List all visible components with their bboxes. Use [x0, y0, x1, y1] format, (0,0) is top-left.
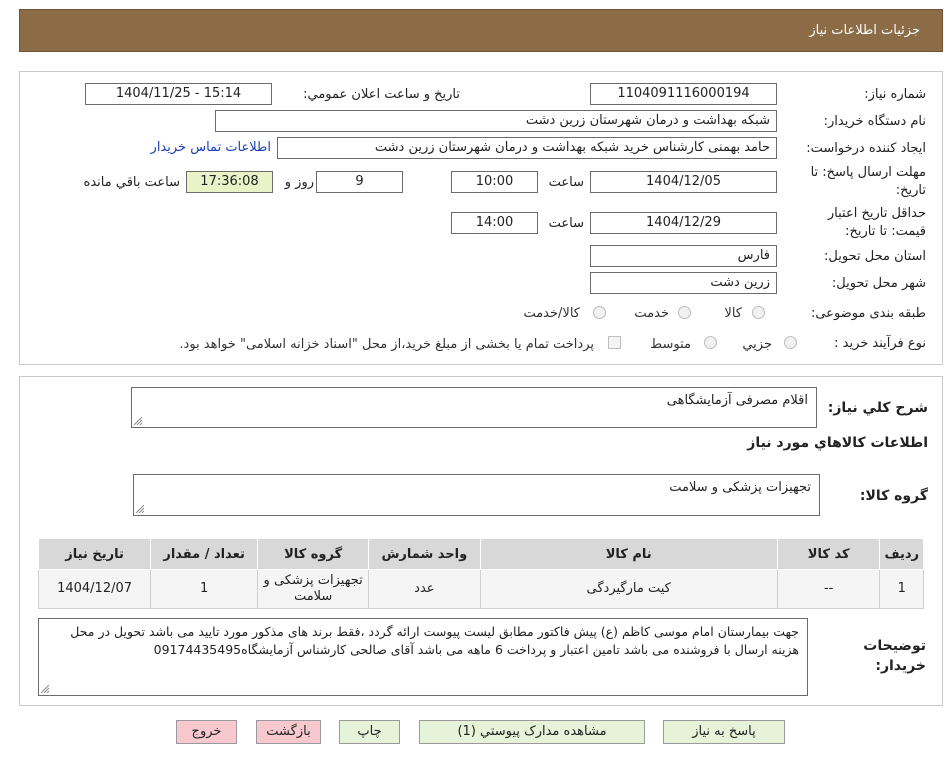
summary-label: شرح کلي نياز: — [827, 400, 928, 416]
buyer-contact-link[interactable]: اطلاعات تماس خريدار — [151, 140, 271, 155]
cell-group: تجهیزات پزشکی و سلامت — [257, 569, 370, 609]
table-row: 1 -- کیت مارگیردگی عدد تجهیزات پزشکی و س… — [37, 569, 924, 609]
col-header-name: نام کالا — [479, 538, 778, 570]
category-goods-service-radio[interactable] — [593, 306, 606, 319]
col-header-code: کد کالا — [776, 538, 881, 570]
exit-button[interactable]: خروج — [176, 720, 237, 744]
cell-code: -- — [776, 569, 881, 609]
reply-deadline-label-1: مهلت ارسال پاسخ: تا — [810, 165, 926, 180]
price-validity-date-field: 1404/12/29 — [590, 212, 777, 234]
purchase-type-minor-radio[interactable] — [784, 336, 797, 349]
purchase-type-medium-radio[interactable] — [704, 336, 717, 349]
col-header-row-number: رديف — [879, 538, 924, 570]
buyer-notes-label-2: خريدار: — [875, 658, 926, 674]
remaining-days-label: روز و — [284, 175, 314, 190]
need-number-label: شماره نیاز: — [864, 87, 926, 102]
cell-row-number: 1 — [879, 569, 924, 609]
category-service-radio[interactable] — [678, 306, 691, 319]
reply-deadline-date-field: 1404/12/05 — [590, 171, 777, 193]
purchase-type-minor-label: جزيي — [742, 337, 772, 352]
city-field: زرین دشت — [590, 272, 777, 294]
summary-textarea: اقلام مصرفی آزمایشگاهی — [131, 387, 817, 428]
remaining-time-label: ساعت باقي مانده — [83, 175, 180, 190]
category-service-label: خدمت — [634, 306, 669, 321]
buyer-org-label: نام دستگاه خريدار: — [823, 114, 926, 129]
price-validity-time-field: 14:00 — [451, 212, 538, 234]
goods-group-text: تجهیزات پزشکی و سلامت — [669, 480, 811, 495]
category-goods-label: کالا — [724, 306, 742, 321]
cell-need-date: 1404/12/07 — [37, 569, 152, 609]
treasury-payment-note: پرداخت تمام یا بخشی از مبلغ خرید،از محل … — [179, 337, 594, 352]
goods-table: رديف کد کالا نام کالا واحد شمارش گروه کا… — [37, 538, 924, 609]
col-header-need-date: تاريخ نياز — [37, 538, 152, 570]
page-title: جزئیات اطلاعات نیاز — [809, 23, 920, 38]
goods-info-title: اطلاعات کالاهاي مورد نياز — [747, 435, 928, 451]
col-header-unit: واحد شمارش — [368, 538, 481, 570]
announce-date-label: تاریخ و ساعت اعلان عمومي: — [303, 87, 460, 102]
goods-group-label: گروه کالا: — [859, 488, 928, 504]
need-number-field: 1104091116000194 — [590, 83, 777, 105]
buyer-notes-textarea: جهت بیمارستان امام موسی کاظم (ع) پیش فاک… — [38, 618, 808, 696]
category-goods-service-label: کالا/خدمت — [523, 306, 580, 321]
price-validity-label-1: حداقل تاريخ اعتبار — [827, 206, 926, 221]
requester-label: ايجاد کننده درخواست: — [806, 141, 926, 156]
summary-text: اقلام مصرفی آزمایشگاهی — [666, 393, 808, 408]
remaining-days-field: 9 — [316, 171, 403, 193]
buyer-notes-label-1: توضيحات — [863, 638, 926, 654]
resize-grip-icon[interactable] — [134, 417, 142, 425]
province-field: فارس — [590, 245, 777, 267]
reply-deadline-time-field: 10:00 — [451, 171, 538, 193]
province-label: استان محل تحويل: — [824, 249, 926, 264]
print-button[interactable]: چاپ — [339, 720, 400, 744]
goods-group-textarea: تجهیزات پزشکی و سلامت — [133, 474, 820, 516]
resize-grip-icon[interactable] — [136, 505, 144, 513]
city-label: شهر محل تحويل: — [831, 276, 926, 291]
col-header-quantity: تعداد / مقدار — [150, 538, 259, 570]
category-goods-radio[interactable] — [752, 306, 765, 319]
view-attachments-button[interactable]: مشاهده مدارک پيوستي (1) — [419, 720, 645, 744]
purchase-type-medium-label: متوسط — [650, 337, 691, 352]
announce-date-field: 1404/11/25 - 15:14 — [85, 83, 272, 105]
purchase-type-label: نوع فرآيند خريد : — [834, 336, 926, 351]
price-validity-time-label: ساعت — [548, 216, 584, 231]
reply-deadline-time-label: ساعت — [548, 175, 584, 190]
col-header-group: گروه کالا — [257, 538, 370, 570]
cell-unit: عدد — [368, 569, 481, 609]
resize-grip-icon[interactable] — [41, 685, 49, 693]
cell-name: کیت مارگیردگی — [479, 569, 778, 609]
cell-quantity: 1 — [150, 569, 259, 609]
remaining-time-field: 17:36:08 — [186, 171, 273, 193]
reply-deadline-label-2: تاريخ: — [895, 183, 926, 198]
treasury-payment-checkbox[interactable] — [608, 336, 621, 349]
goods-table-header-row: رديف کد کالا نام کالا واحد شمارش گروه کا… — [37, 538, 924, 570]
requester-field: حامد بهمنی کارشناس خرید شبکه بهداشت و در… — [277, 137, 777, 159]
buyer-notes-text: جهت بیمارستان امام موسی کاظم (ع) پیش فاک… — [70, 624, 799, 657]
price-validity-label-2: قيمت: تا تاريخ: — [845, 224, 926, 239]
category-label: طبقه بندی موضوعی: — [810, 306, 926, 321]
buyer-org-field: شبکه بهداشت و درمان شهرستان زرین دشت — [215, 110, 777, 132]
reply-button[interactable]: پاسخ به نياز — [663, 720, 785, 744]
page-header: جزئیات اطلاعات نیاز — [19, 9, 943, 52]
back-button[interactable]: بازگشت — [256, 720, 321, 744]
